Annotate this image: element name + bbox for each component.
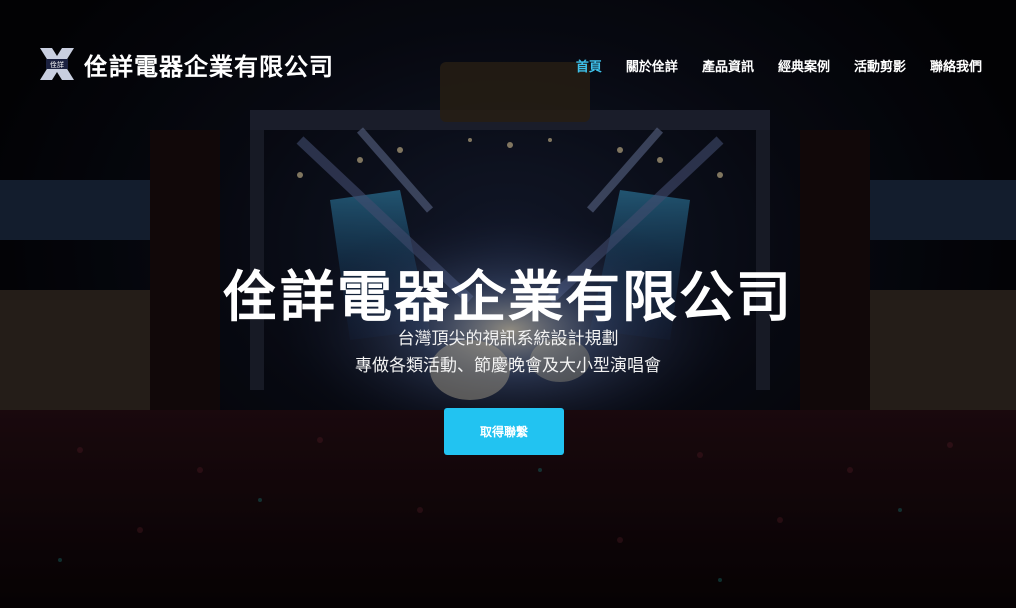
hero-subtitle-line-2: 專做各類活動、節慶晚會及大小型演唱會: [355, 356, 661, 376]
hero-subtitle-line-1: 台灣頂尖的視訊系統設計規劃: [397, 329, 619, 349]
contact-cta-button[interactable]: 取得聯繫: [444, 408, 564, 455]
hero-subtitle: 台灣頂尖的視訊系統設計規劃 專做各類活動、節慶晚會及大小型演唱會: [0, 326, 1016, 380]
hero-title: 佺詳電器企業有限公司: [222, 265, 793, 329]
hero-section: 佺詳電器企業有限公司 台灣頂尖的視訊系統設計規劃 專做各類活動、節慶晚會及大小型…: [0, 0, 1016, 608]
